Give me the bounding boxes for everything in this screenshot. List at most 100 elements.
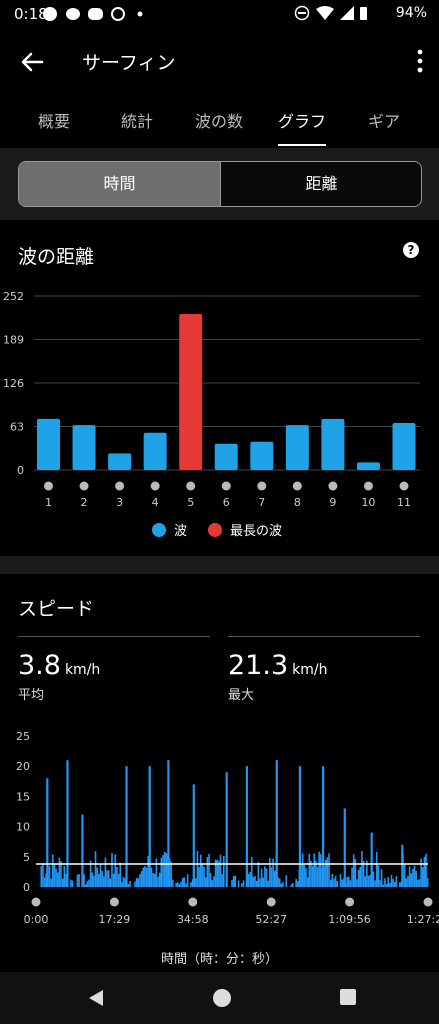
speed-bar <box>145 867 148 887</box>
speed-bar <box>377 865 380 887</box>
speed-bar <box>232 875 235 887</box>
speed-bar <box>172 879 174 887</box>
wave-bar <box>143 432 167 470</box>
segment-distance[interactable]: 距離 <box>220 162 421 206</box>
speed-bar <box>165 852 168 887</box>
speed-bar <box>308 853 311 887</box>
speed-bar <box>111 852 113 887</box>
speed-y-tick-label: 0 <box>23 881 30 894</box>
nav-back-icon[interactable] <box>86 988 106 1008</box>
wave-bar <box>37 418 60 470</box>
speed-bar <box>326 857 329 887</box>
segment-time[interactable]: 時間 <box>19 162 220 206</box>
speed-bar <box>176 882 179 887</box>
speed-bar <box>334 875 337 887</box>
tab-gear[interactable]: ギア <box>368 108 400 132</box>
more-vert-icon[interactable] <box>415 48 425 74</box>
speed-bar <box>60 861 62 887</box>
speed-bar <box>104 857 107 887</box>
tab-stats[interactable]: 統計 <box>121 108 153 132</box>
speed-bar <box>306 877 309 887</box>
wave-x-tick-label: 9 <box>329 496 336 509</box>
speed-bar <box>86 881 89 887</box>
speed-spike <box>423 856 426 887</box>
speed-x-tick-label: 0:00 <box>24 913 49 926</box>
wave-marker-dot <box>399 481 409 491</box>
active-tab-indicator <box>278 144 326 146</box>
speed-bar <box>91 872 94 887</box>
speed-x-tick-label: 1:09:56 <box>328 913 370 926</box>
wifi-icon <box>315 6 334 20</box>
speed-bar <box>387 877 390 887</box>
speed-bar <box>257 862 260 887</box>
wave-x-tick-label: 6 <box>223 496 230 509</box>
speed-bar <box>101 870 103 887</box>
speed-bar <box>181 877 184 887</box>
tab-wave-count[interactable]: 波の数 <box>195 108 243 132</box>
speed-spike <box>298 766 302 887</box>
speed-bar <box>160 857 163 887</box>
status-notification-icons <box>40 5 150 27</box>
wave-x-tick-label: 4 <box>152 496 159 509</box>
speed-bar <box>250 857 253 887</box>
speed-x-tick-label: 34:58 <box>177 913 209 926</box>
nav-recents-icon[interactable] <box>339 988 357 1006</box>
app-icon <box>43 7 57 21</box>
speed-bar <box>61 878 64 887</box>
speed-x-tick-label: 52:27 <box>255 913 287 926</box>
speed-bar <box>53 863 56 887</box>
speed-bar <box>290 884 293 887</box>
speed-marker-dot <box>423 897 433 907</box>
speed-bar <box>127 884 130 887</box>
dot-icon <box>137 11 143 17</box>
speed-bar <box>170 861 172 887</box>
wave-x-tick-label: 8 <box>294 496 301 509</box>
speed-bar <box>158 872 161 887</box>
nav-home-icon[interactable] <box>211 987 233 1009</box>
speed-bar <box>367 875 370 887</box>
avg-divider <box>18 636 210 637</box>
wave-marker-dot <box>363 481 373 491</box>
speed-spike <box>275 760 278 887</box>
speed-bar <box>208 853 210 887</box>
speed-bar <box>98 873 100 887</box>
tab-graph[interactable]: グラフ <box>278 108 326 132</box>
speed-bar <box>109 878 112 887</box>
wave-bar <box>72 425 96 470</box>
speed-bar <box>407 876 409 887</box>
speed-bar <box>119 862 122 887</box>
speed-bar <box>121 881 123 887</box>
speed-marker-dot <box>31 897 41 907</box>
speed-marker-dot <box>188 897 198 907</box>
speed-bar <box>413 865 416 887</box>
legend-wave-swatch <box>152 522 166 537</box>
wave-marker-dot <box>221 481 231 491</box>
speed-bar <box>42 864 44 887</box>
speed-bar <box>114 854 117 887</box>
legend-wave-label: 波 <box>174 524 188 539</box>
wave-y-tick-label: 63 <box>10 421 24 434</box>
speed-bar <box>185 883 187 887</box>
speed-bar <box>301 853 304 887</box>
speed-bar <box>380 869 383 887</box>
back-arrow-icon[interactable] <box>16 46 48 78</box>
wave-x-tick-label: 5 <box>187 496 194 509</box>
speed-bar <box>107 870 110 887</box>
speed-bar <box>180 881 182 887</box>
speed-bar <box>379 879 381 887</box>
wave-card-title: 波の距離 <box>18 246 95 268</box>
speed-bar <box>415 870 417 887</box>
speed-bar <box>219 854 222 887</box>
max-speed-label: 最大 <box>228 688 255 703</box>
speed-bar <box>186 874 189 887</box>
speed-y-tick-label: 10 <box>16 821 30 834</box>
tab-overview[interactable]: 概要 <box>38 108 70 132</box>
wave-marker-dot <box>79 481 89 491</box>
speed-bar <box>140 871 143 887</box>
speed-bar <box>139 874 141 887</box>
help-icon[interactable]: ? <box>403 242 419 258</box>
wave-marker-dot <box>328 481 338 491</box>
speed-bar <box>255 880 258 887</box>
speed-bar <box>318 851 320 887</box>
avg-speed-label: 平均 <box>18 688 45 703</box>
